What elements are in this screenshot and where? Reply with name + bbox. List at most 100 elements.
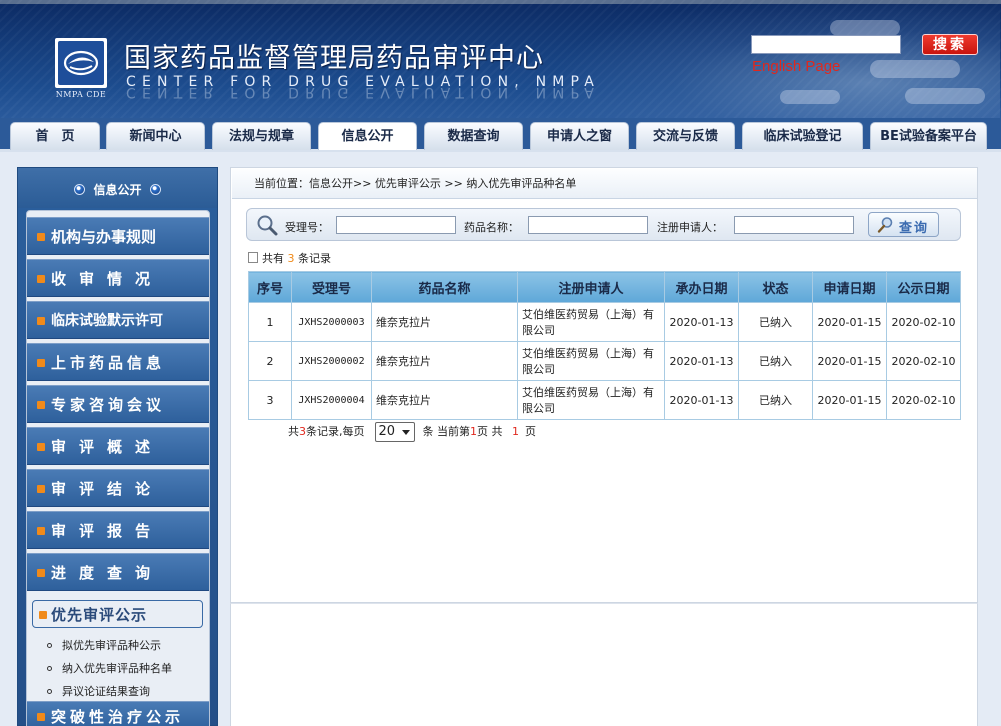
sidebar-subitem-included-priority[interactable]: 纳入优先审评品种名单 — [47, 660, 172, 676]
col-header-status[interactable]: 状态 — [738, 271, 813, 303]
site-subtitle-reflection: CENTER FOR DRUG EVALUATION, NMPA — [126, 84, 601, 100]
content-panel: 当前位置：信息公开>> 优先审评公示 >> 纳入优先审评品种名单 受理号： 药品… — [230, 167, 978, 603]
cell-accept-number[interactable]: JXHS2000003 — [291, 302, 372, 342]
sidebar-item-priority-review[interactable]: 优先审评公示 — [32, 600, 203, 628]
applicant-input[interactable] — [734, 216, 854, 234]
site-search-button[interactable]: 搜索 — [922, 34, 978, 55]
site-header: NMPA CDE 国家药品监督管理局药品审评中心 CENTER FOR DRUG… — [0, 0, 1001, 118]
sidebar-item-clinical-implied-permit[interactable]: 临床试验默示许可 — [27, 301, 209, 339]
per-page-select[interactable]: 20 — [374, 422, 415, 442]
search-key-icon — [876, 216, 894, 237]
site-search-input[interactable] — [751, 35, 901, 54]
header-pill-decoration — [905, 88, 985, 104]
sidebar-item-breakthrough-therapy[interactable]: 突破性治疗公示 — [27, 701, 209, 726]
pagination-total-prefix: 共 — [288, 425, 299, 438]
cell-status: 已纳入 — [738, 380, 813, 420]
cell-undertake-date: 2020-01-13 — [664, 380, 739, 420]
record-count-prefix: 共有 — [262, 252, 284, 265]
bullet-orb-icon — [74, 184, 86, 195]
cell-drug-name[interactable]: 维奈克拉片 — [371, 380, 518, 420]
cell-publish-date: 2020-02-10 — [886, 341, 961, 381]
rss-icon — [37, 359, 45, 367]
cell-publish-date: 2020-02-10 — [886, 302, 961, 342]
drug-name-input[interactable] — [528, 216, 648, 234]
pagination-total-suffix: 条记录,每页 — [306, 425, 365, 438]
col-header-publish-date[interactable]: 公示日期 — [886, 271, 961, 303]
accept-number-label: 受理号： — [285, 221, 329, 234]
cell-undertake-date: 2020-01-13 — [664, 302, 739, 342]
sidebar-item-expert-meetings[interactable]: 专家咨询会议 — [27, 385, 209, 423]
col-header-drug-name[interactable]: 药品名称 — [371, 271, 518, 303]
sidebar-panel: 机构与办事规则 收审情况 临床试验默示许可 上市药品信息 专家咨询会议 审评概述… — [26, 210, 210, 726]
table-header-row: 序号 受理号 药品名称 注册申请人 承办日期 状态 申请日期 公示日期 — [248, 271, 961, 303]
sidebar-item-label: 专家咨询会议 — [51, 396, 166, 414]
chevron-down-icon — [401, 430, 410, 435]
sidebar-item-progress-query[interactable]: 进度查询 — [27, 553, 209, 591]
sidebar-item-institution-rules[interactable]: 机构与办事规则 — [27, 217, 209, 255]
table-row: 3 JXHS2000004 维奈克拉片 艾伯维医药贸易（上海）有限公司 2020… — [248, 380, 961, 420]
cell-index: 1 — [248, 302, 292, 342]
nav-tab-be-platform[interactable]: BE试验备案平台 — [870, 122, 987, 150]
table-row: 2 JXHS2000002 维奈克拉片 艾伯维医药贸易（上海）有限公司 2020… — [248, 341, 961, 381]
sidebar-item-label: 优先审评公示 — [51, 606, 148, 624]
per-page-value: 20 — [378, 424, 396, 439]
query-button[interactable]: 查询 — [868, 212, 939, 237]
site-title: 国家药品监督管理局药品审评中心 — [124, 43, 544, 74]
sidebar-subitem-proposed-priority[interactable]: 拟优先审评品种公示 — [47, 637, 161, 653]
circle-bullet-icon — [47, 689, 52, 694]
sidebar-subitem-objection-results[interactable]: 异议论证结果查询 — [47, 683, 150, 699]
pagination-current-suffix: 页 共 — [477, 425, 503, 438]
pagination-pages[interactable]: 1 — [512, 425, 519, 438]
cell-drug-name[interactable]: 维奈克拉片 — [371, 302, 518, 342]
header-pill-decoration — [830, 20, 900, 36]
cell-applicant: 艾伯维医药贸易（上海）有限公司 — [517, 341, 665, 381]
rss-icon — [39, 611, 47, 619]
sidebar-item-label: 审评结论 — [51, 480, 164, 498]
sidebar-item-label: 审评报告 — [51, 522, 164, 540]
cell-apply-date: 2020-01-15 — [812, 302, 887, 342]
sidebar-item-review-overview[interactable]: 审评概述 — [27, 427, 209, 465]
cell-drug-name[interactable]: 维奈克拉片 — [371, 341, 518, 381]
cell-publish-date: 2020-02-10 — [886, 380, 961, 420]
bullet-orb-icon — [149, 184, 161, 195]
accept-number-input[interactable] — [336, 216, 456, 234]
nav-tab-feedback[interactable]: 交流与反馈 — [636, 122, 735, 150]
pagination-current-prefix: 条 当前第 — [422, 425, 471, 438]
rss-icon — [37, 401, 45, 409]
nav-tab-data-query[interactable]: 数据查询 — [424, 122, 523, 150]
nmpa-logo[interactable] — [55, 38, 107, 88]
table-row: 1 JXHS2000003 维奈克拉片 艾伯维医药贸易（上海）有限公司 2020… — [248, 302, 961, 342]
col-header-index[interactable]: 序号 — [248, 271, 292, 303]
sidebar-item-label: 临床试验默示许可 — [51, 313, 163, 329]
sidebar-item-acceptance-status[interactable]: 收审情况 — [27, 259, 209, 297]
col-header-applicant[interactable]: 注册申请人 — [517, 271, 665, 303]
nav-tab-clinical-registration[interactable]: 临床试验登记 — [742, 122, 863, 150]
sidebar-subitem-label: 拟优先审评品种公示 — [62, 639, 161, 652]
sidebar-item-review-conclusion[interactable]: 审评结论 — [27, 469, 209, 507]
nav-tab-info-disclosure[interactable]: 信息公开 — [318, 122, 417, 150]
nav-tab-regulations[interactable]: 法规与规章 — [212, 122, 311, 150]
record-count-value: 3 — [287, 252, 295, 265]
results-table: 序号 受理号 药品名称 注册申请人 承办日期 状态 申请日期 公示日期 1 JX… — [248, 271, 961, 420]
cell-accept-number[interactable]: JXHS2000002 — [291, 341, 372, 381]
nav-tab-applicant-window[interactable]: 申请人之窗 — [530, 122, 629, 150]
col-header-apply-date[interactable]: 申请日期 — [812, 271, 887, 303]
col-header-undertake-date[interactable]: 承办日期 — [664, 271, 739, 303]
sidebar-item-review-report[interactable]: 审评报告 — [27, 511, 209, 549]
nav-tab-home[interactable]: 首 页 — [10, 122, 100, 150]
drug-name-label: 药品名称： — [464, 221, 519, 234]
cell-accept-number[interactable]: JXHS2000004 — [291, 380, 372, 420]
main-nav: 首 页 新闻中心 法规与规章 信息公开 数据查询 申请人之窗 交流与反馈 临床试… — [0, 118, 1001, 152]
pagination-current: 1 — [470, 425, 477, 438]
rss-icon — [37, 527, 45, 535]
logo-emblem-icon — [58, 41, 104, 85]
english-page-link[interactable]: English Page — [752, 58, 840, 75]
sidebar-item-marketed-drugs[interactable]: 上市药品信息 — [27, 343, 209, 381]
col-header-accept-number[interactable]: 受理号 — [291, 271, 372, 303]
sidebar-item-label: 审评概述 — [51, 438, 164, 456]
nav-tab-news[interactable]: 新闻中心 — [106, 122, 205, 150]
sidebar-item-label: 突破性治疗公示 — [51, 708, 185, 726]
magnifier-icon — [255, 213, 279, 240]
sidebar-item-label: 进度查询 — [51, 564, 164, 582]
sidebar-header-label: 信息公开 — [93, 183, 142, 197]
